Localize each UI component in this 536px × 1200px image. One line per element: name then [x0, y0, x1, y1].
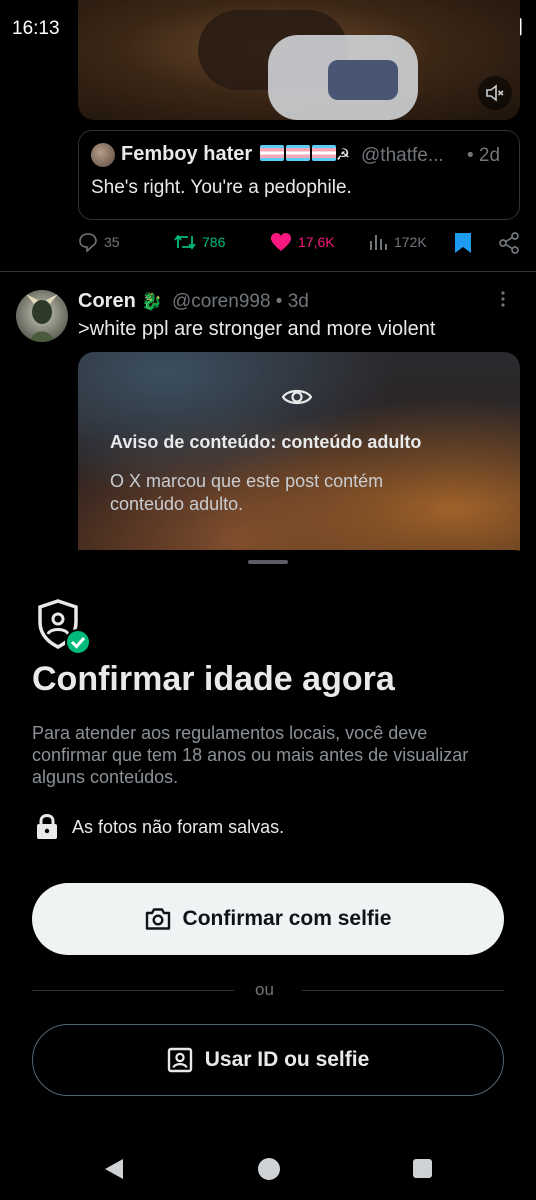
more-vertical-icon	[501, 291, 505, 307]
lock-icon	[37, 814, 57, 839]
confirm-with-selfie-button[interactable]: Confirmar com selfie	[32, 883, 504, 955]
confirm-with-selfie-label: Confirmar com selfie	[182, 907, 392, 930]
retweet-icon	[174, 234, 196, 250]
video-frame-shape	[328, 60, 398, 100]
flag-icon	[285, 145, 310, 161]
more-options-button[interactable]	[500, 290, 506, 313]
use-id-or-selfie-button[interactable]: Usar ID ou selfie	[32, 1024, 504, 1096]
tweet-author-label: Coren	[78, 290, 136, 312]
tweet-author-handle: @coren998 • 3d	[172, 291, 309, 312]
tweet-author-name: Coren 🐉	[78, 290, 163, 313]
id-card-icon	[167, 1047, 192, 1073]
avatar[interactable]	[16, 290, 68, 342]
content-warning[interactable]: Aviso de conteúdo: conteúdo adulto O X m…	[78, 352, 520, 562]
divider	[32, 990, 234, 991]
hammer-sickle-icon: ☭	[335, 147, 351, 164]
avatar-illustration	[26, 294, 58, 342]
reply-button[interactable]: 35	[78, 232, 120, 252]
divider	[302, 990, 504, 991]
status-time: 16:13	[12, 18, 60, 39]
age-verification-sheet: Confirmar idade agora Para atender aos r…	[0, 550, 536, 1200]
recent-apps-nav-button[interactable]	[413, 1159, 432, 1178]
mute-icon	[486, 84, 504, 102]
reply-icon	[79, 233, 97, 252]
back-nav-icon[interactable]	[104, 1158, 124, 1180]
sheet-title: Confirmar idade agora	[32, 660, 395, 698]
view-count: 172K	[394, 234, 427, 250]
tweet-video[interactable]	[78, 0, 520, 120]
flag-icon	[311, 145, 336, 161]
warning-text: O X marcou que este post contém conteúdo…	[110, 471, 384, 514]
retweet-count: 786	[202, 234, 226, 250]
like-button[interactable]: 17,6K	[270, 232, 335, 252]
bookmark-icon	[455, 233, 471, 253]
share-button[interactable]	[498, 232, 520, 254]
share-icon	[499, 232, 519, 254]
privacy-note: As fotos não foram salvas.	[36, 814, 284, 840]
retweet-button[interactable]: 786	[174, 232, 225, 252]
avatar	[91, 143, 115, 167]
camera-icon	[145, 908, 170, 930]
shield-check-icon	[38, 599, 91, 655]
quoted-tweet[interactable]: Femboy hater ☭ @thatfe... • 2d She's rig…	[78, 130, 520, 220]
sheet-drag-handle[interactable]	[248, 560, 288, 564]
heart-icon	[271, 233, 291, 251]
quote-author-label: Femboy hater	[121, 143, 253, 165]
divider	[0, 271, 536, 272]
eye-icon	[282, 389, 312, 405]
warning-title: Aviso de conteúdo: conteúdo adulto	[110, 432, 422, 452]
bookmark-button[interactable]	[454, 232, 472, 254]
views-button[interactable]: 172K	[368, 232, 427, 252]
tweet-actions: 35 786 17,6K 172K	[78, 232, 520, 260]
use-id-or-selfie-label: Usar ID ou selfie	[204, 1048, 370, 1071]
quote-author-name: Femboy hater ☭	[121, 143, 350, 166]
mute-button[interactable]	[478, 76, 512, 110]
quote-author-handle: @thatfe...	[361, 145, 444, 166]
dragon-icon: 🐉	[141, 292, 163, 311]
views-icon	[370, 235, 387, 250]
quote-text: She's right. You're a pedophile.	[91, 177, 352, 198]
tweet-text: >white ppl are stronger and more violent	[78, 318, 436, 340]
sheet-description: Para atender aos regulamentos locais, vo…	[32, 723, 469, 787]
reply-count: 35	[104, 234, 120, 250]
quote-timestamp: • 2d	[467, 145, 501, 166]
flag-icon	[259, 145, 284, 161]
like-count: 17,6K	[298, 234, 335, 250]
or-separator: ou	[255, 980, 274, 999]
privacy-note-text: As fotos não foram salvas.	[72, 816, 285, 837]
home-nav-button[interactable]	[258, 1158, 280, 1180]
